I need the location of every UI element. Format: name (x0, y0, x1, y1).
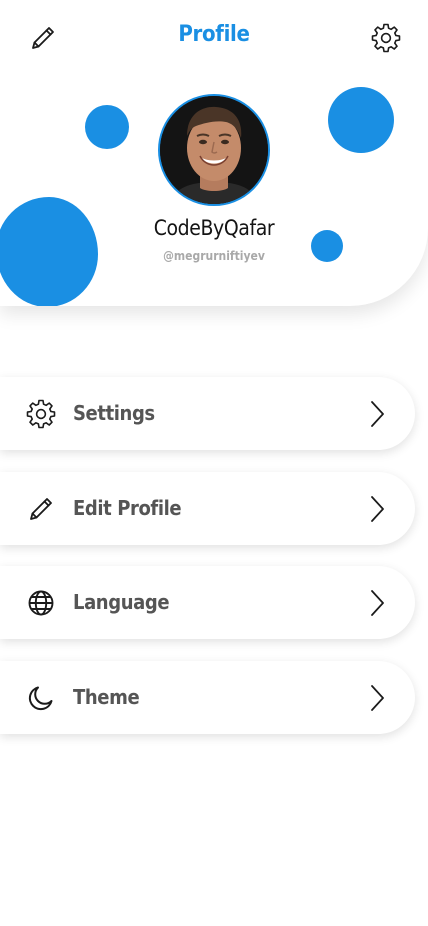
avatar[interactable] (158, 94, 270, 206)
menu-item-theme[interactable]: Theme (0, 661, 415, 734)
menu-item-label: Settings (73, 401, 155, 425)
menu-item-label: Edit Profile (73, 496, 182, 520)
chevron-right-icon (371, 401, 384, 427)
menu-item-label: Theme (73, 685, 140, 709)
menu-item-settings[interactable]: Settings (0, 377, 415, 450)
gear-icon (25, 398, 57, 430)
menu-item-label: Language (73, 590, 170, 614)
menu-item-language[interactable]: Language (0, 566, 415, 639)
globe-icon (25, 587, 57, 619)
chevron-right-icon (371, 496, 384, 522)
user-name: CodeByQafar (153, 216, 275, 240)
menu-item-edit-profile[interactable]: Edit Profile (0, 472, 415, 545)
chevron-right-icon (371, 685, 384, 711)
settings-top-button[interactable] (370, 22, 402, 54)
moon-icon (25, 682, 57, 714)
decorative-bubble (85, 105, 129, 149)
gear-icon (371, 23, 401, 53)
chevron-right-icon (371, 590, 384, 616)
page-title: Profile (178, 22, 250, 47)
profile-header-card: Profile CodeByQafar @megrurniftiyev (0, 0, 428, 306)
avatar-photo (160, 96, 268, 204)
decorative-bubble (328, 87, 394, 153)
pencil-icon (25, 493, 57, 525)
user-handle: @megrurniftiyev (163, 249, 265, 263)
